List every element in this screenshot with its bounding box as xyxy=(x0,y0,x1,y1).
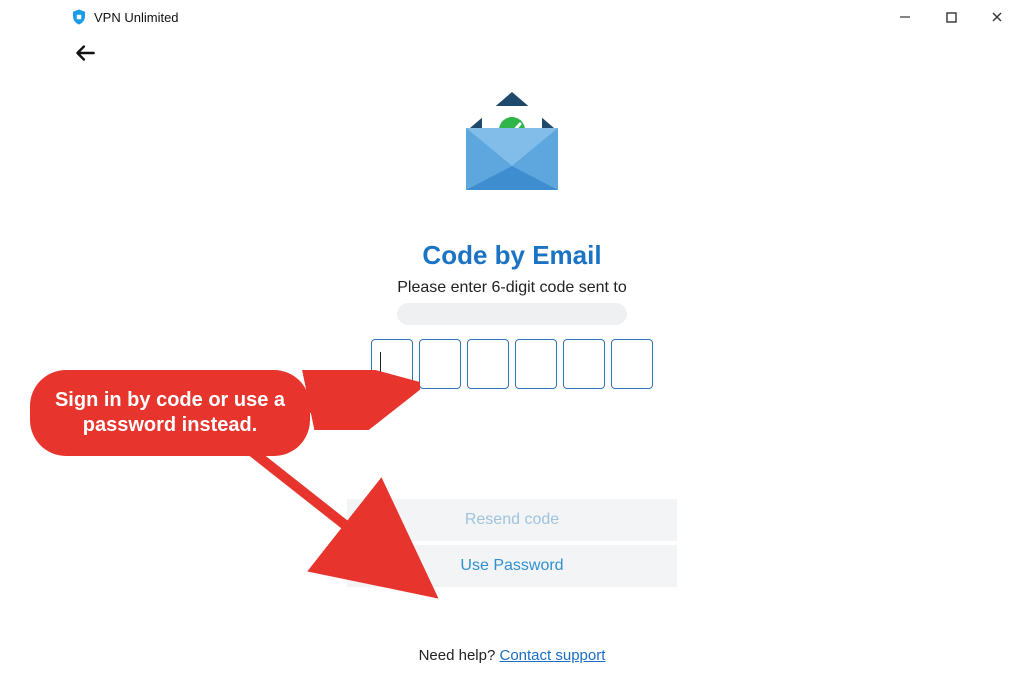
window-controls xyxy=(894,6,1016,28)
help-label: Need help? xyxy=(419,647,500,664)
app-shield-icon xyxy=(70,8,88,26)
code-digit-1[interactable] xyxy=(371,339,413,389)
main-content: Code by Email Please enter 6-digit code … xyxy=(322,80,702,664)
code-digit-4[interactable] xyxy=(515,339,557,389)
use-password-button[interactable]: Use Password xyxy=(347,545,677,587)
envelope-icon xyxy=(452,80,572,200)
minimize-button[interactable] xyxy=(894,6,916,28)
back-button[interactable] xyxy=(72,40,100,68)
window-title: VPN Unlimited xyxy=(94,10,179,25)
title-bar: VPN Unlimited xyxy=(0,0,1024,34)
resend-code-button[interactable]: Resend code xyxy=(347,499,677,541)
code-digit-3[interactable] xyxy=(467,339,509,389)
email-address-redacted xyxy=(397,303,627,325)
page-heading: Code by Email xyxy=(422,240,601,271)
footer-help: Need help? Contact support xyxy=(419,647,606,664)
annotation-callout: Sign in by code or use a password instea… xyxy=(30,370,310,456)
code-digit-2[interactable] xyxy=(419,339,461,389)
code-input-row xyxy=(371,339,653,389)
close-button[interactable] xyxy=(986,6,1008,28)
code-digit-5[interactable] xyxy=(563,339,605,389)
contact-support-link[interactable]: Contact support xyxy=(500,647,606,664)
code-digit-6[interactable] xyxy=(611,339,653,389)
instruction-text: Please enter 6-digit code sent to xyxy=(397,279,626,297)
maximize-button[interactable] xyxy=(940,6,962,28)
